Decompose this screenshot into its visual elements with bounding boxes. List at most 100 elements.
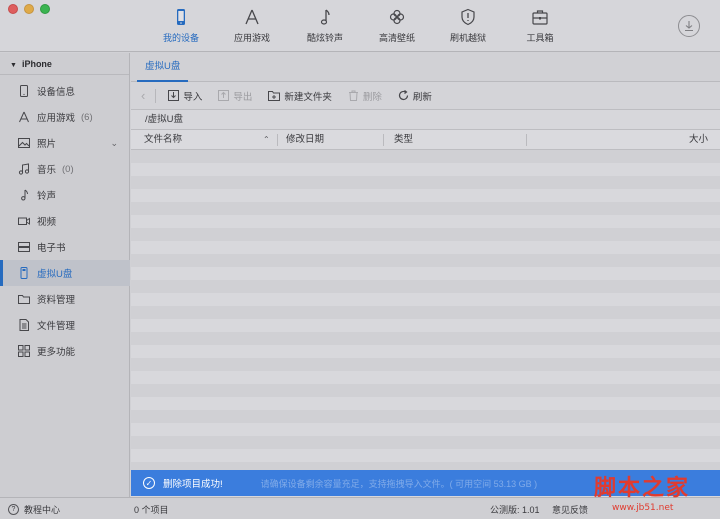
music-count: (0)	[62, 163, 74, 175]
grid-icon	[18, 345, 30, 357]
sidebar-item-photos[interactable]: 照片 ⌄	[0, 130, 130, 156]
column-divider[interactable]	[277, 134, 278, 146]
download-manager-button[interactable]	[678, 15, 700, 37]
zoom-window-button[interactable]	[40, 4, 50, 14]
nav-my-device[interactable]: 我的设备	[151, 8, 211, 44]
empty-row	[131, 345, 720, 358]
empty-row	[131, 332, 720, 345]
ebook-icon	[18, 241, 30, 253]
empty-row	[131, 189, 720, 202]
ringtone-icon	[18, 189, 30, 201]
delete-button[interactable]: 删除	[348, 89, 382, 103]
column-divider[interactable]	[383, 134, 384, 146]
new-folder-icon	[268, 91, 281, 101]
import-button[interactable]: 导入	[168, 89, 202, 103]
sidebar-item-label: 更多功能	[37, 347, 76, 358]
item-count: 0 个项目	[134, 505, 169, 515]
file-list	[131, 150, 720, 475]
refresh-icon	[398, 90, 409, 101]
empty-row	[131, 423, 720, 436]
window-controls	[8, 4, 50, 14]
sidebar-item-ringtones[interactable]: 铃声	[0, 182, 130, 208]
sidebar-item-ebooks[interactable]: 电子书	[0, 234, 130, 260]
top-toolbar: 我的设备 应用游戏 酷炫铃声 高清壁纸 刷机越狱 工具箱	[0, 0, 720, 52]
sort-up-icon[interactable]: ⌃	[263, 130, 270, 150]
shield-icon	[461, 8, 475, 26]
sidebar-item-device-info[interactable]: 设备信息	[0, 78, 130, 104]
nav-wallpapers[interactable]: 高清壁纸	[367, 8, 427, 44]
toolbox-icon	[532, 10, 548, 25]
nav-flash-jailbreak[interactable]: 刷机越狱	[438, 8, 498, 44]
sidebar-item-label: 应用游戏	[37, 113, 76, 124]
empty-row	[131, 163, 720, 176]
photo-icon	[18, 137, 30, 149]
question-icon: ?	[8, 504, 19, 515]
breadcrumb: /虚拟U盘	[131, 110, 720, 130]
toast-message: 删除项目成功!	[163, 479, 223, 490]
app-store-icon	[245, 9, 259, 25]
main-panel: 虚拟U盘 ‹ 导入 导出 新建文件夹 删除 刷新 /虚拟U盘 文件名称 ⌃ 修改…	[131, 53, 720, 497]
sidebar-item-data-management[interactable]: 资料管理	[0, 286, 130, 312]
empty-row	[131, 436, 720, 449]
music-note-icon	[320, 9, 330, 25]
export-button[interactable]: 导出	[218, 89, 252, 103]
trash-icon	[348, 90, 358, 101]
tab-virtual-usb[interactable]: 虚拟U盘	[137, 53, 189, 82]
empty-row	[131, 150, 720, 163]
column-header-size[interactable]: 大小	[689, 130, 708, 150]
sidebar-item-file-management[interactable]: 文件管理	[0, 312, 130, 338]
action-bar: ‹ 导入 导出 新建文件夹 删除 刷新	[131, 82, 720, 110]
column-header-date[interactable]: 修改日期	[286, 130, 324, 150]
empty-row	[131, 358, 720, 371]
app-count: (6)	[81, 111, 93, 123]
empty-row	[131, 293, 720, 306]
phone-icon	[177, 9, 185, 25]
nav-label: 高清壁纸	[378, 33, 415, 43]
empty-row	[131, 449, 720, 462]
device-header[interactable]: ▼ iPhone	[0, 53, 129, 75]
sidebar-item-videos[interactable]: 视频	[0, 208, 130, 234]
import-icon	[168, 90, 180, 101]
nav-label: 酷炫铃声	[306, 33, 343, 43]
back-arrow-icon[interactable]: ‹	[141, 88, 145, 103]
tutorial-center-link[interactable]: ? 教程中心	[8, 503, 60, 516]
check-circle-icon: ✓	[143, 477, 155, 489]
empty-row	[131, 254, 720, 267]
nav-apps-games[interactable]: 应用游戏	[222, 8, 282, 44]
nav-label: 我的设备	[162, 33, 199, 43]
minimize-window-button[interactable]	[24, 4, 34, 14]
video-icon	[18, 215, 30, 227]
new-folder-button[interactable]: 新建文件夹	[268, 89, 332, 103]
empty-row	[131, 306, 720, 319]
feedback-link[interactable]: 意见反馈	[552, 503, 588, 516]
close-window-button[interactable]	[8, 4, 18, 14]
sidebar-item-label: 铃声	[37, 191, 57, 202]
app-icon	[18, 111, 30, 123]
divider	[155, 88, 157, 103]
device-name: iPhone	[21, 59, 52, 69]
sidebar-item-label: 设备信息	[37, 87, 76, 98]
column-header-type[interactable]: 类型	[394, 130, 413, 150]
sidebar-item-music[interactable]: 音乐 (0)	[0, 156, 130, 182]
toast-background-text: 请确保设备剩余容量充足，支持拖拽导入文件。( 可用空间 53.13 GB )	[260, 478, 538, 489]
sidebar-item-label: 虚拟U盘	[37, 269, 73, 280]
folder-icon	[18, 293, 30, 305]
sidebar-item-more[interactable]: 更多功能	[0, 338, 130, 364]
column-header-name[interactable]: 文件名称	[144, 130, 182, 150]
flower-icon	[389, 9, 405, 25]
empty-row	[131, 176, 720, 189]
nav-toolbox[interactable]: 工具箱	[510, 8, 570, 44]
empty-row	[131, 280, 720, 293]
refresh-button[interactable]: 刷新	[398, 89, 432, 103]
empty-row	[131, 319, 720, 332]
sidebar-item-label: 资料管理	[37, 295, 76, 306]
empty-row	[131, 267, 720, 280]
sidebar-item-virtual-usb[interactable]: 虚拟U盘	[0, 260, 130, 286]
app-window: 我的设备 应用游戏 酷炫铃声 高清壁纸 刷机越狱 工具箱 ▼ iPhone 设备…	[0, 0, 720, 519]
music-icon	[18, 163, 30, 175]
sidebar-item-apps[interactable]: 应用游戏 (6)	[0, 104, 130, 130]
column-divider[interactable]	[526, 134, 527, 146]
empty-row	[131, 202, 720, 215]
nav-ringtones[interactable]: 酷炫铃声	[295, 8, 355, 44]
chevron-down-icon[interactable]: ⌄	[110, 138, 118, 149]
